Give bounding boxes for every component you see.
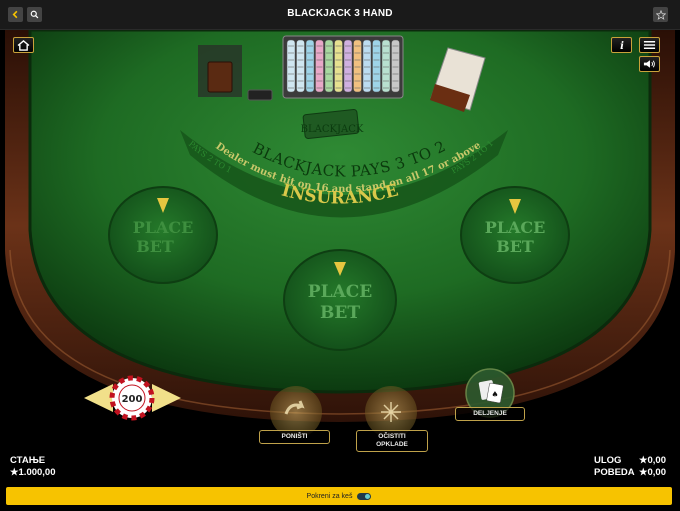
svg-text:PLACE: PLACE [133, 218, 194, 237]
menu-icon [643, 41, 656, 49]
tray-chip-stack [372, 39, 381, 93]
svg-text:BLACKJACK: BLACKJACK [301, 124, 364, 135]
bet-spot-center[interactable]: PLACE BET [283, 249, 397, 351]
info-button[interactable]: i [611, 37, 632, 53]
top-bar: BLACKJACK 3 HAND [0, 0, 680, 30]
speaker-icon [643, 60, 655, 68]
autoplay-label: Pokreni za keš [306, 492, 353, 500]
star-icon [655, 9, 666, 20]
svg-text:i: i [620, 40, 624, 51]
tray-chip-stack [286, 39, 296, 93]
info-icon: i [620, 40, 624, 51]
game-stage: BLACKJACK 3 HAND BLACKJACK BLACKJACK PAY… [0, 0, 680, 511]
clear-label-text: PONIŠTI [281, 433, 308, 440]
chip-value: 200 [122, 394, 143, 405]
deal-label-text: DELJENJE [473, 410, 507, 417]
clear-bets-label-line2: OPKLADE [376, 441, 408, 448]
home-button[interactable] [13, 37, 34, 53]
balance-display: СТАЊЕ ★1.000,00 [10, 455, 56, 479]
autoplay-toggle[interactable] [357, 492, 372, 500]
svg-text:PLACE: PLACE [485, 218, 546, 237]
svg-text:PLACE: PLACE [308, 282, 372, 302]
clear-button-label[interactable]: PONIŠTI [259, 430, 330, 444]
balance-value: ★1.000,00 [10, 467, 56, 478]
svg-text:BET: BET [320, 303, 360, 323]
win-value: ★0,00 [638, 467, 666, 478]
bet-value: ★0,00 [638, 455, 666, 466]
home-icon [17, 39, 30, 51]
tray-chip-stack [343, 39, 353, 93]
tray-chip-stack [324, 39, 334, 93]
tray-chip-stack [315, 39, 324, 93]
bet-spot-right[interactable]: PLACE BET [460, 186, 570, 284]
tray-chip-stack [334, 39, 343, 93]
tray-chip-stack [296, 39, 305, 93]
svg-text:BET: BET [136, 237, 174, 256]
menu-button[interactable] [639, 37, 660, 53]
svg-text:♠: ♠ [491, 390, 498, 399]
page-title: BLACKJACK 3 HAND [287, 8, 393, 19]
bet-label: ULOG [594, 455, 622, 466]
tray-chip-stack [362, 39, 372, 93]
tray-chip-stack [353, 39, 362, 93]
deal-button-label[interactable]: DELJENJE [455, 407, 525, 421]
clear-bets-label-line1: OČISTITI [378, 433, 406, 440]
bet-spot-left[interactable]: PLACE BET [108, 186, 218, 284]
autoplay-bar: Pokreni za keš [6, 487, 672, 505]
svg-text:BET: BET [496, 237, 534, 256]
balance-label: СТАЊЕ [10, 455, 46, 466]
sparkle-icon [381, 402, 401, 422]
blackjack-table: BLACKJACK BLACKJACK PAYS 3 TO 2 Dealer m… [0, 30, 680, 450]
clear-bets-button-label[interactable]: OČISTITI OPKLADE [356, 430, 428, 452]
tray-chip-stack [391, 39, 400, 93]
favorite-button[interactable] [653, 7, 668, 22]
tray-chip-stack [381, 39, 391, 93]
tray-chip-stack [305, 39, 315, 93]
sound-button[interactable] [639, 56, 660, 72]
blackjack-logo: BLACKJACK [301, 109, 364, 139]
